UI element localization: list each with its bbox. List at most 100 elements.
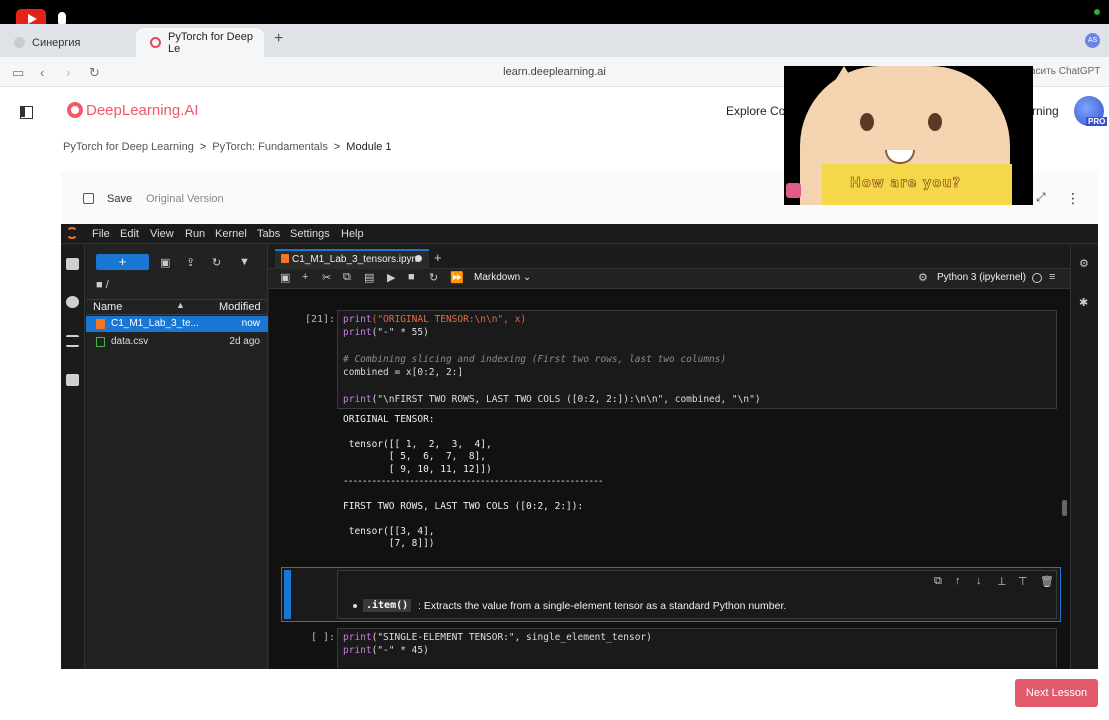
debugger-icon[interactable]: ✱ xyxy=(1079,296,1088,309)
original-version-button[interactable]: Original Version xyxy=(146,193,224,205)
tab-title: Синергия xyxy=(32,36,81,49)
paste-icon[interactable]: ▤ xyxy=(364,271,374,284)
kernel-settings-icon[interactable]: ⚙ xyxy=(918,271,928,284)
notebook-file-icon xyxy=(96,319,105,329)
browser-tab[interactable]: Синергия xyxy=(0,28,136,57)
code-token: ("ORIGINAL TENSOR:\n\n", x) xyxy=(371,314,527,325)
code-token: ("SINGLE-ELEMENT TENSOR:", single_elemen… xyxy=(371,632,652,643)
code-token: ("\nFIRST TWO ROWS, LAST TWO COLS ([0:2,… xyxy=(371,394,761,405)
restart-icon[interactable]: ↻ xyxy=(429,271,438,284)
refresh-icon[interactable]: ↻ xyxy=(212,256,221,269)
overlay-badge-icon xyxy=(786,183,801,198)
mascot-ear xyxy=(822,66,866,102)
breadcrumb-separator: > xyxy=(333,141,341,153)
column-modified[interactable]: Modified xyxy=(219,301,261,313)
toc-icon[interactable] xyxy=(66,335,79,347)
jupyter-left-sidebar xyxy=(61,245,85,669)
expand-icon[interactable]: ⤢ xyxy=(1036,190,1046,205)
new-tab-plus-icon[interactable]: + xyxy=(434,250,442,265)
code-line: print("-" * 55) xyxy=(343,327,429,338)
profile-avatar[interactable]: AS xyxy=(1085,33,1100,48)
code-token: print xyxy=(343,394,372,405)
save-notebook-icon[interactable]: ▣ xyxy=(280,271,290,284)
logo-icon[interactable] xyxy=(67,102,83,118)
code-line: print("\nFIRST TWO ROWS, LAST TWO COLS (… xyxy=(343,394,761,405)
inline-code: .item() xyxy=(363,599,412,612)
column-name[interactable]: Name xyxy=(93,301,122,313)
menu-file[interactable]: File xyxy=(92,228,110,240)
kernel-name[interactable]: Python 3 (ipykernel) xyxy=(937,272,1026,283)
breadcrumb-module: Module 1 xyxy=(346,141,392,153)
menu-help[interactable]: Help xyxy=(341,228,364,240)
more-options-icon[interactable]: ⋮ xyxy=(1066,190,1080,207)
menu-run[interactable]: Run xyxy=(185,228,205,240)
breadcrumb-course[interactable]: PyTorch for Deep Learning xyxy=(63,141,194,153)
menu-tabs[interactable]: Tabs xyxy=(257,228,280,240)
new-tab-button[interactable]: + xyxy=(274,30,283,48)
file-name: C1_M1_Lab_3_te... xyxy=(111,318,199,329)
duplicate-cell-icon[interactable]: ⧉ xyxy=(934,575,942,588)
move-up-icon[interactable]: ↑ xyxy=(955,575,961,587)
menu-settings[interactable]: Settings xyxy=(290,228,330,240)
move-down-icon[interactable]: ↓ xyxy=(976,575,982,587)
menu-kernel[interactable]: Kernel xyxy=(215,228,247,240)
sort-asc-icon: ▲ xyxy=(176,300,185,310)
globe-icon xyxy=(14,37,25,48)
mascot-eye xyxy=(928,113,942,131)
insert-below-icon[interactable]: ⊤ xyxy=(1018,575,1028,588)
running-icon[interactable] xyxy=(66,296,79,308)
unsaved-dot-icon[interactable] xyxy=(415,255,422,262)
new-folder-icon[interactable]: ▣ xyxy=(160,256,170,269)
save-icon[interactable] xyxy=(83,193,94,204)
output-line: tensor([[ 1, 2, 3, 4], xyxy=(343,439,492,450)
folder-icon[interactable] xyxy=(66,258,79,270)
scrollbar-thumb[interactable] xyxy=(1062,500,1067,516)
insert-above-icon[interactable]: ⊥ xyxy=(997,575,1007,588)
insert-cell-icon[interactable]: + xyxy=(302,271,308,283)
cell-type-select[interactable]: Markdown ⌄ xyxy=(474,272,531,283)
extension-label[interactable]: асить ChatGPT xyxy=(1030,66,1100,77)
output-line: [ 9, 10, 11, 12]]) xyxy=(343,464,492,475)
delete-cell-icon[interactable]: 🗑 xyxy=(1040,575,1054,588)
code-token: ("-" * 45) xyxy=(371,645,429,656)
cell-collapser[interactable] xyxy=(284,570,291,619)
nav-my-learning[interactable]: rning xyxy=(1032,104,1059,118)
run-all-icon[interactable]: ⏩ xyxy=(450,271,464,284)
save-button[interactable]: Save xyxy=(107,193,132,205)
cut-icon[interactable]: ✂ xyxy=(322,271,331,284)
menu-edit[interactable]: Edit xyxy=(120,228,139,240)
site-logo[interactable]: DeepLearning.AI xyxy=(86,102,199,119)
hamburger-menu-icon[interactable]: ≡ xyxy=(1049,271,1055,283)
sidebar-toggle-icon[interactable] xyxy=(20,106,33,119)
browser-tab-active[interactable]: PyTorch for Deep Le xyxy=(136,28,264,57)
file-row[interactable]: data.csv 2d ago xyxy=(86,334,268,350)
code-token: print xyxy=(343,327,372,338)
code-token: print xyxy=(343,632,372,643)
run-icon[interactable]: ▶ xyxy=(387,271,395,284)
code-token: ("-" * 55) xyxy=(371,327,429,338)
upload-icon[interactable]: ⇪ xyxy=(186,256,195,269)
top-strip xyxy=(0,0,1109,24)
property-inspector-icon[interactable]: ⚙ xyxy=(1079,257,1089,270)
stop-icon[interactable]: ■ xyxy=(408,271,415,283)
bullet xyxy=(353,604,357,608)
next-lesson-button[interactable]: Next Lesson xyxy=(1015,679,1098,707)
notebook-tab[interactable]: C1_M1_Lab_3_tensors.ipyn xyxy=(275,249,429,269)
copy-icon[interactable]: ⧉ xyxy=(343,271,351,284)
extensions-icon[interactable] xyxy=(66,374,79,386)
filter-icon[interactable]: ▼ xyxy=(239,256,250,268)
file-row[interactable]: C1_M1_Lab_3_te... now xyxy=(86,316,268,332)
breadcrumb-section[interactable]: PyTorch: Fundamentals xyxy=(212,141,328,153)
menu-view[interactable]: View xyxy=(150,228,174,240)
nav-explore-courses[interactable]: Explore Cou xyxy=(726,104,792,118)
notebook-icon xyxy=(281,254,289,263)
file-modified: 2d ago xyxy=(229,336,260,347)
file-browser-path[interactable]: ■ / xyxy=(96,279,109,291)
new-launcher-button[interactable]: + xyxy=(96,254,149,270)
code-comment: # Combining slicing and indexing (First … xyxy=(343,354,727,365)
file-name: data.csv xyxy=(111,336,149,347)
markdown-text: : Extracts the value from a single-eleme… xyxy=(418,600,787,612)
cell-type-value: Markdown xyxy=(474,272,521,283)
output-line: [ 5, 6, 7, 8], xyxy=(343,451,486,462)
browser-tab-bar: Синергия PyTorch for Deep Le xyxy=(0,24,1109,57)
